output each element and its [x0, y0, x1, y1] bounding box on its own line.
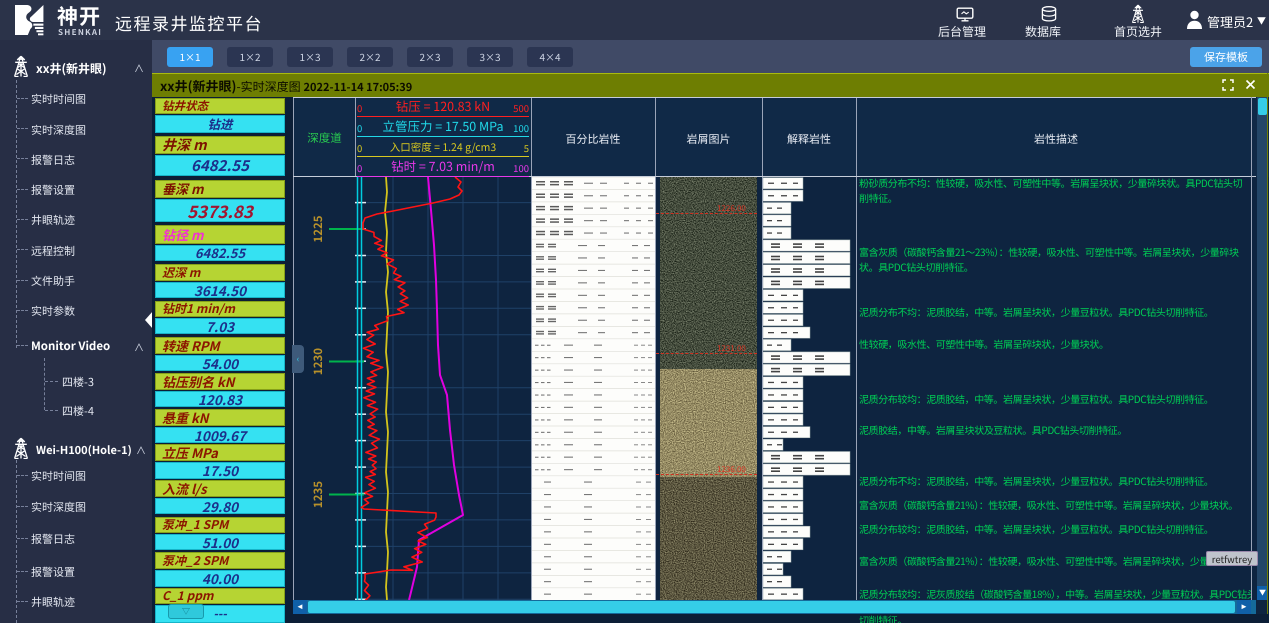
svg-text:1230: 1230: [310, 348, 326, 375]
svg-text:1235: 1235: [310, 481, 326, 508]
svg-text:1225: 1225: [310, 215, 326, 242]
